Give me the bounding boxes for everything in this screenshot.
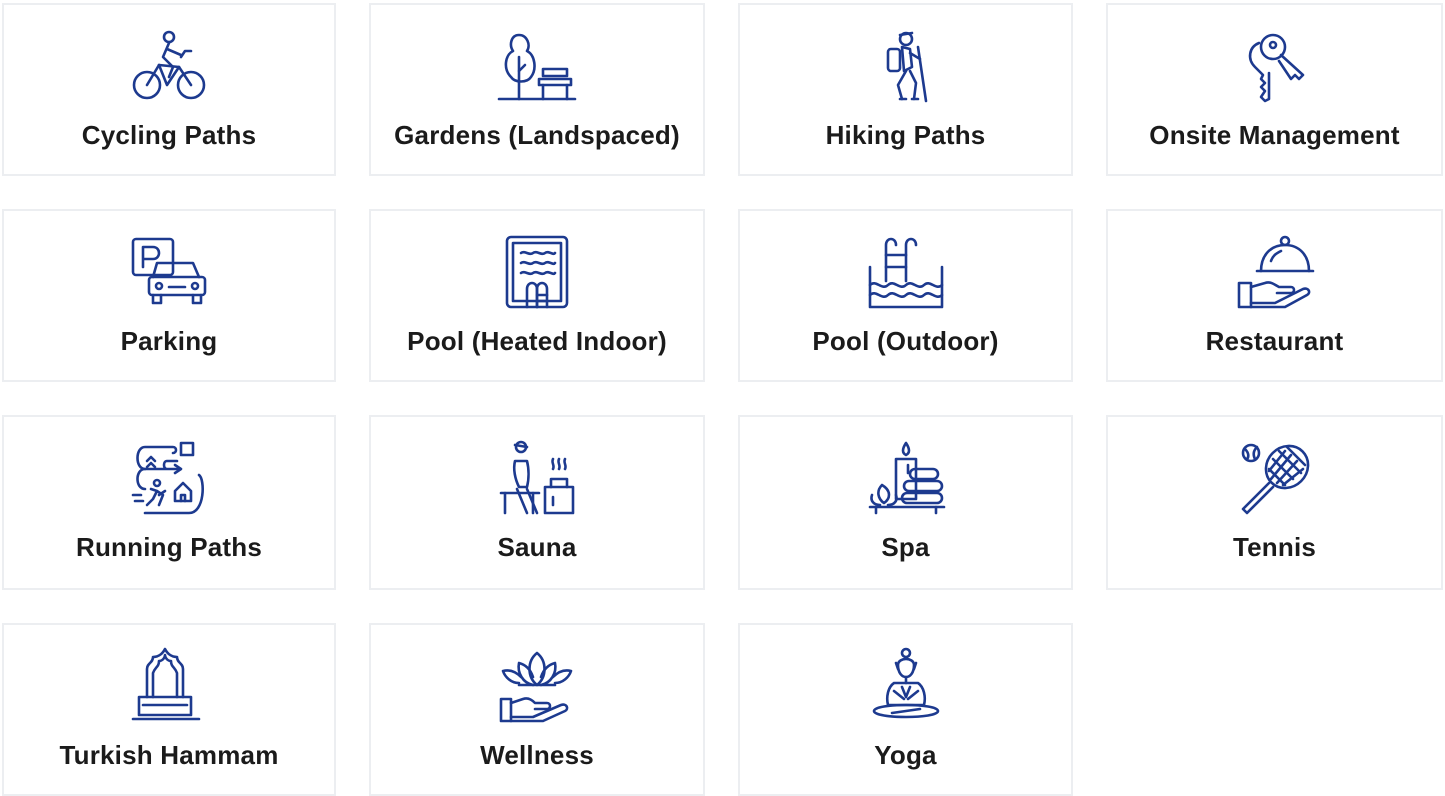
amenity-card-parking[interactable]: Parking — [2, 209, 336, 382]
indoor-pool-icon — [497, 233, 577, 313]
amenity-card-sauna[interactable]: Sauna — [369, 415, 705, 590]
amenity-label: Pool (Outdoor) — [812, 326, 999, 356]
tennis-racket-icon — [1235, 439, 1315, 519]
lotus-hand-icon — [497, 647, 577, 727]
hiker-icon — [866, 27, 946, 107]
amenity-label: Restaurant — [1205, 326, 1344, 356]
amenity-label: Spa — [881, 532, 930, 562]
amenity-card-pool-heated-indoor[interactable]: Pool (Heated Indoor) — [369, 209, 705, 382]
cloche-hand-icon — [1235, 233, 1315, 313]
parking-car-icon — [129, 233, 209, 313]
amenity-label: Gardens (Landspaced) — [394, 120, 680, 150]
amenity-label: Sauna — [497, 532, 577, 562]
amenity-card-pool-outdoor[interactable]: Pool (Outdoor) — [738, 209, 1073, 382]
running-route-icon — [129, 439, 209, 519]
amenity-card-yoga[interactable]: Yoga — [738, 623, 1073, 796]
keys-icon — [1235, 27, 1315, 107]
spa-stones-icon — [866, 439, 946, 519]
amenity-card-restaurant[interactable]: Restaurant — [1106, 209, 1443, 382]
amenity-card-onsite-management[interactable]: Onsite Management — [1106, 3, 1443, 176]
amenity-card-wellness[interactable]: Wellness — [369, 623, 705, 796]
amenity-label: Running Paths — [75, 532, 263, 562]
outdoor-pool-icon — [866, 233, 946, 313]
amenity-label: Parking — [120, 326, 218, 356]
hammam-icon — [129, 647, 209, 727]
amenity-card-spa[interactable]: Spa — [738, 415, 1073, 590]
amenity-card-turkish-hammam[interactable]: Turkish Hammam — [2, 623, 336, 796]
amenity-label: Onsite Management — [1149, 120, 1400, 150]
amenity-label: Hiking Paths — [825, 120, 986, 150]
amenity-card-hiking-paths[interactable]: Hiking Paths — [738, 3, 1073, 176]
amenity-label: Cycling Paths — [81, 120, 257, 150]
bicycle-icon — [129, 27, 209, 107]
amenity-label: Pool (Heated Indoor) — [407, 326, 667, 356]
amenities-grid: Cycling Paths Gardens (Landspaced) Hikin… — [2, 3, 1443, 796]
amenity-card-gardens[interactable]: Gardens (Landspaced) — [369, 3, 705, 176]
amenity-label: Wellness — [480, 740, 594, 770]
garden-tree-bench-icon — [497, 27, 577, 107]
yoga-meditation-icon — [866, 647, 946, 727]
amenity-card-running-paths[interactable]: Running Paths — [2, 415, 336, 590]
amenity-label: Tennis — [1232, 532, 1317, 562]
amenity-label: Yoga — [874, 740, 937, 770]
amenity-card-cycling-paths[interactable]: Cycling Paths — [2, 3, 336, 176]
amenity-label: Turkish Hammam — [59, 740, 279, 770]
sauna-icon — [497, 439, 577, 519]
amenity-card-tennis[interactable]: Tennis — [1106, 415, 1443, 590]
